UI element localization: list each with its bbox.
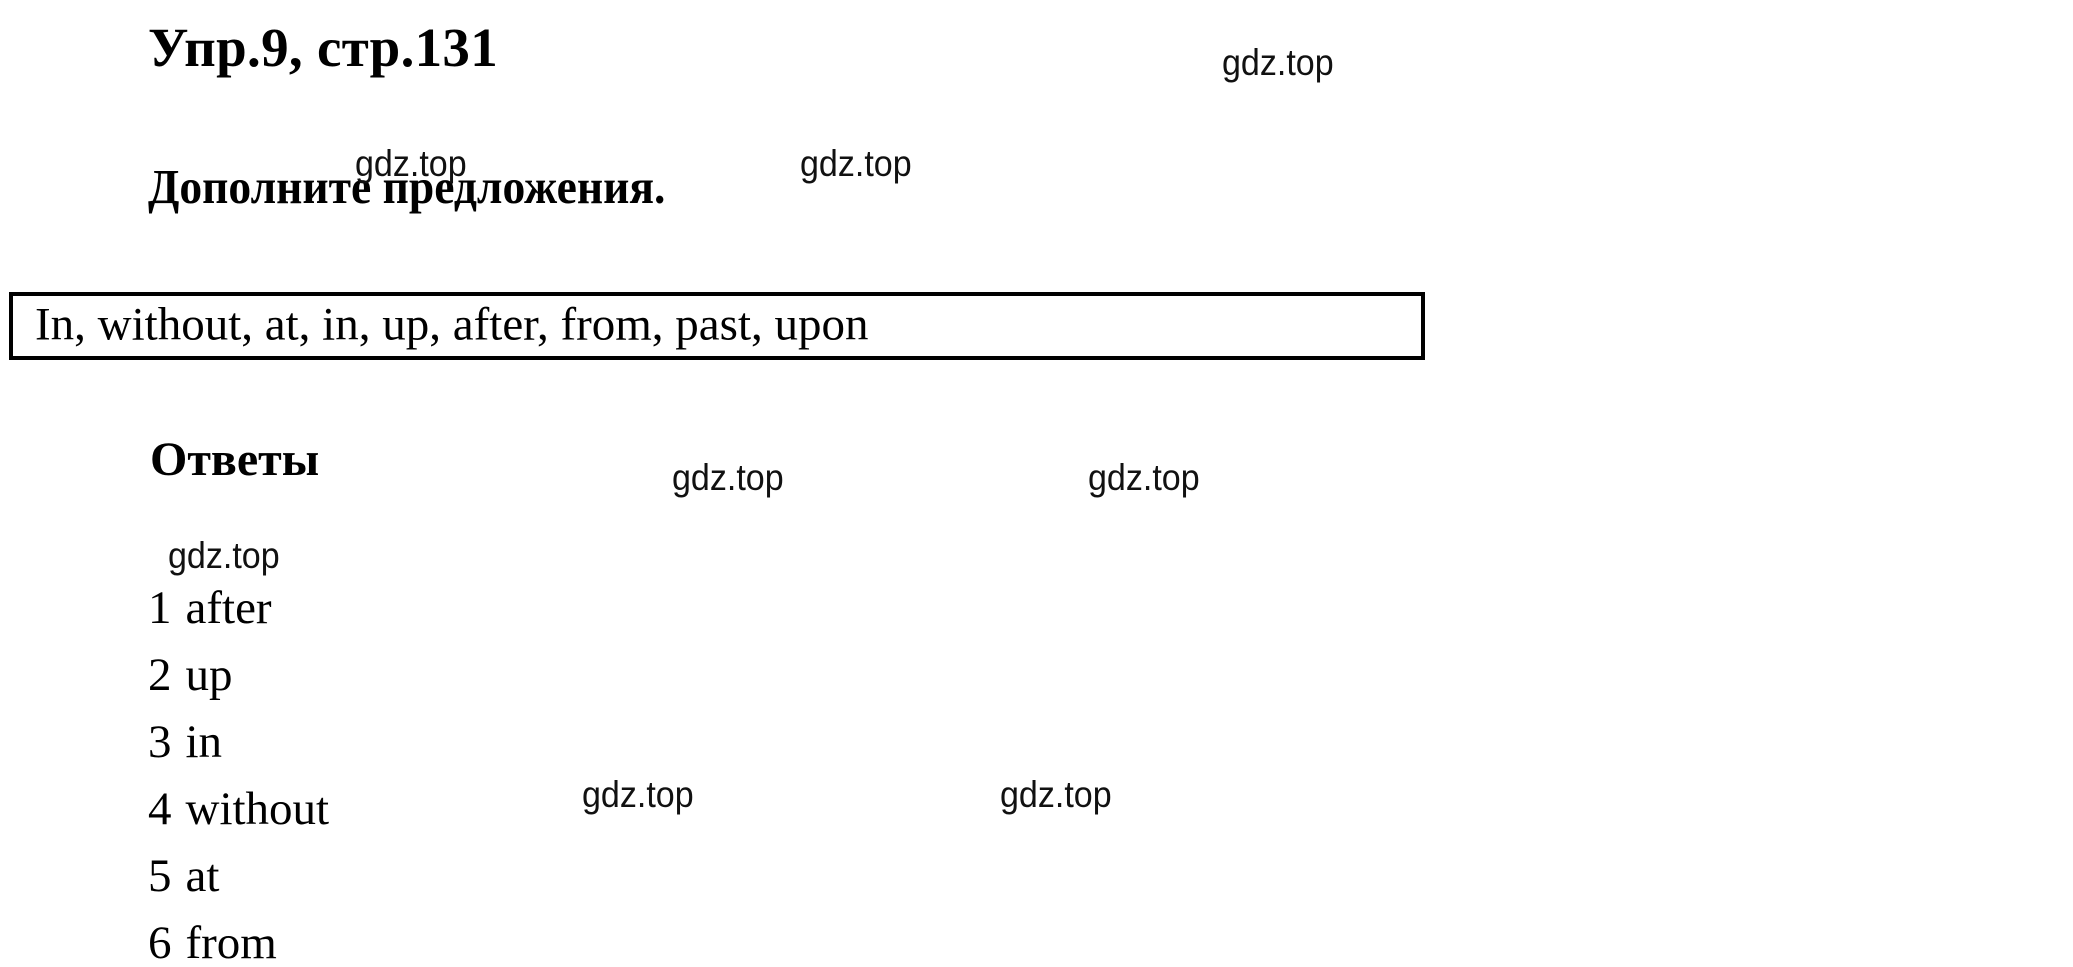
- answer-number: 3: [148, 716, 172, 768]
- answer-number: 6: [148, 917, 172, 967]
- answer-value: at: [185, 850, 220, 902]
- watermark: gdz.top: [1222, 42, 1334, 83]
- word-bank-text: In, without, at, in, up, after, from, pa…: [35, 298, 869, 351]
- instruction-text: Дополните предложения.: [148, 159, 666, 214]
- answer-item: 3 in: [148, 709, 329, 776]
- page-title: Упр.9, стр.131: [148, 17, 499, 78]
- answer-number: 4: [148, 783, 172, 835]
- answers-heading: Ответы: [150, 433, 320, 486]
- answer-number: 5: [148, 850, 172, 902]
- answer-item: 6 from: [148, 910, 329, 967]
- watermark: gdz.top: [168, 535, 280, 576]
- watermark: gdz.top: [672, 457, 784, 498]
- answer-value: without: [185, 783, 330, 835]
- word-bank-box: In, without, at, in, up, after, from, pa…: [9, 292, 1425, 360]
- answer-value: from: [185, 917, 277, 967]
- answers-list: 1 after 2 up 3 in 4 without 5 at 6 from: [148, 575, 329, 967]
- answer-value: after: [185, 582, 272, 634]
- watermark: gdz.top: [800, 143, 912, 184]
- watermark: gdz.top: [1000, 774, 1112, 815]
- answer-item: 4 without: [148, 776, 329, 843]
- answer-item: 2 up: [148, 642, 329, 709]
- answer-number: 1: [148, 582, 172, 634]
- answer-number: 2: [148, 649, 172, 701]
- answer-item: 1 after: [148, 575, 329, 642]
- document-page: Упр.9, стр.131 Дополните предложения. In…: [0, 0, 2073, 967]
- answer-item: 5 at: [148, 843, 329, 910]
- answer-value: up: [185, 649, 233, 701]
- answer-value: in: [185, 716, 223, 768]
- watermark: gdz.top: [582, 774, 694, 815]
- watermark: gdz.top: [1088, 457, 1200, 498]
